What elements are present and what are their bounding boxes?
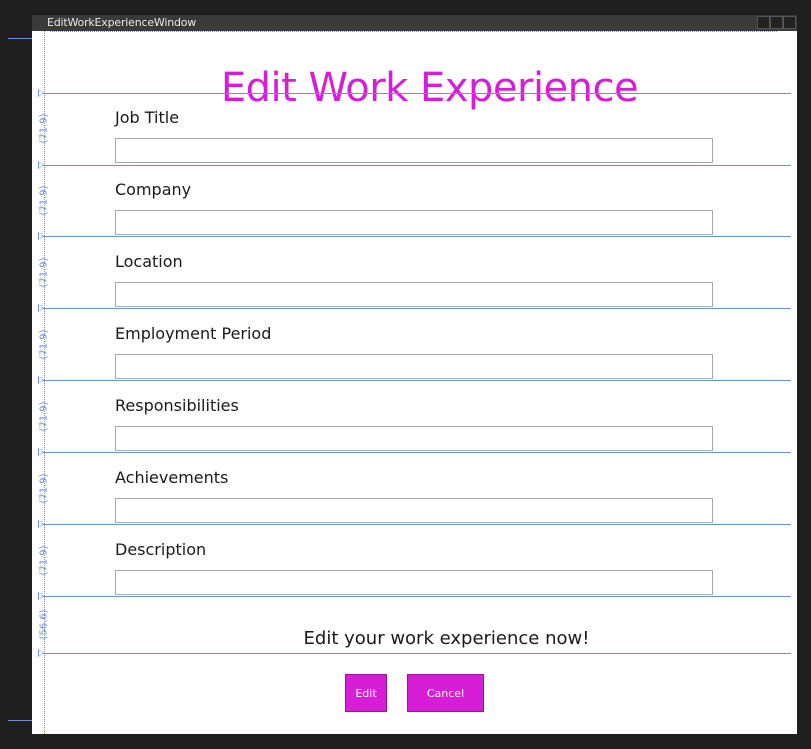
row-divider (38, 596, 791, 597)
row-size-label: (71.9) (38, 185, 50, 216)
row-marker-icon (38, 232, 44, 240)
row-size-label: (56.6) (38, 609, 50, 640)
achievements-input[interactable] (115, 498, 713, 523)
window-titlebar: EditWorkExperienceWindow (32, 15, 797, 31)
job-title-label: Job Title (115, 108, 180, 127)
description-input[interactable] (115, 570, 713, 595)
row-divider (38, 653, 791, 654)
responsibilities-label: Responsibilities (115, 396, 239, 415)
company-label: Company (115, 180, 192, 199)
row-marker-icon (38, 304, 44, 312)
row-divider (38, 93, 791, 94)
maximize-icon[interactable] (770, 16, 783, 29)
edit-button[interactable]: Edit (345, 674, 387, 712)
window-title: EditWorkExperienceWindow (47, 16, 197, 29)
row-size-label: (71.9) (38, 473, 50, 504)
row-size-label: (71.9) (38, 401, 50, 432)
job-title-input[interactable] (115, 138, 713, 163)
row-marker-icon (38, 161, 44, 169)
row-divider (38, 524, 791, 525)
responsibilities-input[interactable] (115, 426, 713, 451)
row-divider (38, 452, 791, 453)
cancel-button[interactable]: Cancel (407, 674, 484, 712)
row-size-label: (71.9) (38, 113, 50, 144)
achievements-label: Achievements (115, 468, 229, 487)
row-marker-icon (38, 520, 44, 528)
row-marker-icon (38, 376, 44, 384)
row-marker-icon (38, 649, 44, 657)
location-label: Location (115, 252, 183, 271)
row-marker-icon (38, 89, 44, 97)
row-marker-icon (38, 592, 44, 600)
row-divider (38, 236, 791, 237)
employment-period-label: Employment Period (115, 324, 272, 343)
status-message: Edit your work experience now! (303, 628, 590, 649)
row-size-label: (71.9) (38, 329, 50, 360)
row-marker-icon (38, 448, 44, 456)
description-label: Description (115, 540, 207, 559)
minimize-icon[interactable] (757, 16, 770, 29)
close-icon[interactable] (783, 16, 796, 29)
row-divider (38, 380, 791, 381)
row-divider (38, 308, 791, 309)
company-input[interactable] (115, 210, 713, 235)
page-title: Edit Work Experience (220, 65, 639, 111)
row-size-label: (71.9) (38, 257, 50, 288)
employment-period-input[interactable] (115, 354, 713, 379)
location-input[interactable] (115, 282, 713, 307)
window-content: Edit Work Experience (71.9) (71.9) (71.9… (32, 31, 797, 734)
row-size-label: (71.9) (38, 545, 50, 576)
designer-guide-horizontal-top (50, 31, 777, 33)
row-divider (38, 165, 791, 166)
